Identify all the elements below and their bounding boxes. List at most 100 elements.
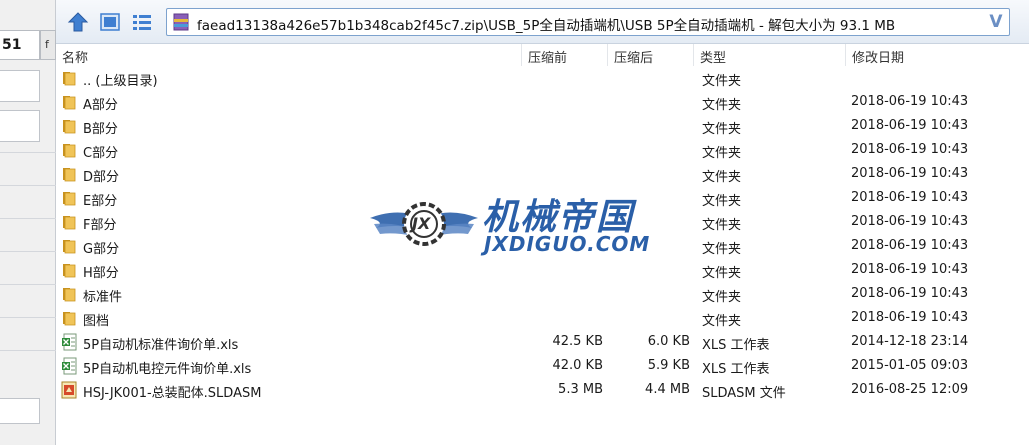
view-mode-button[interactable] xyxy=(98,10,122,34)
file-name: H部分 xyxy=(83,266,119,281)
excel-file-icon xyxy=(62,333,77,351)
column-modified[interactable]: 修改日期 xyxy=(846,44,1029,66)
file-row[interactable]: 5P自动机电控元件询价单.xls 42.0 KB 5.9 KB XLS 工作表 2015… xyxy=(56,354,1029,378)
file-modified: 2014-12-18 23:14 xyxy=(851,334,969,349)
file-modified: 2018-06-19 10:43 xyxy=(851,142,969,157)
file-row[interactable]: 标准件 文件夹 2018-06-19 10:43 xyxy=(56,282,1029,306)
left-divider xyxy=(0,152,56,153)
watermark: JX 机械帝国 JXDIGUO.COM xyxy=(366,188,666,264)
file-name: 标准件 xyxy=(83,290,123,305)
list-view-button[interactable] xyxy=(130,10,154,34)
address-dropdown-button[interactable]: V xyxy=(985,11,1007,33)
file-modified: 2015-01-05 09:03 xyxy=(851,358,969,373)
file-type: XLS 工作表 xyxy=(702,362,770,377)
file-name: 5P自动机标准件询价单.xls xyxy=(83,338,239,353)
file-row[interactable]: A部分 文件夹 2018-06-19 10:43 xyxy=(56,90,1029,114)
file-modified: 2018-06-19 10:43 xyxy=(851,214,969,229)
file-modified: 2018-06-19 10:43 xyxy=(851,262,969,277)
folder-icon xyxy=(63,288,76,302)
file-row[interactable]: B部分 文件夹 2018-06-19 10:43 xyxy=(56,114,1029,138)
file-size: 5.3 MB xyxy=(558,382,603,397)
zip-archive-icon xyxy=(173,13,189,31)
file-name: B部分 xyxy=(83,122,118,137)
window-view-icon xyxy=(100,13,120,31)
file-name: D部分 xyxy=(83,170,120,185)
file-type: 文件夹 xyxy=(702,98,742,113)
file-row[interactable]: 图档 文件夹 2018-06-19 10:43 xyxy=(56,306,1029,330)
watermark-emblem: JX xyxy=(412,214,431,233)
file-modified: 2018-06-19 10:43 xyxy=(851,166,969,181)
file-type: 文件夹 xyxy=(702,170,742,185)
folder-icon xyxy=(63,264,76,278)
folder-icon xyxy=(63,168,76,182)
file-row[interactable]: D部分 文件夹 2018-06-19 10:43 xyxy=(56,162,1029,186)
address-path: faead13138a426e57b1b348cab2f45c7.zip\USB… xyxy=(197,18,896,34)
left-divider xyxy=(0,317,56,318)
file-type: 文件夹 xyxy=(702,242,742,257)
left-cell-suffix[interactable]: f xyxy=(40,30,56,60)
folder-icon xyxy=(63,72,76,86)
left-field-2[interactable] xyxy=(0,110,40,142)
column-packed-size[interactable]: 压缩后 xyxy=(608,44,694,66)
file-name: G部分 xyxy=(83,242,120,257)
file-modified: 2018-06-19 10:43 xyxy=(851,94,969,109)
folder-icon xyxy=(63,96,76,110)
left-divider xyxy=(0,350,56,351)
left-divider xyxy=(0,251,56,252)
column-size[interactable]: 压缩前 xyxy=(522,44,608,66)
file-name: .. (上级目录) xyxy=(83,74,158,89)
list-view-icon xyxy=(133,15,151,30)
file-type: XLS 工作表 xyxy=(702,338,770,353)
folder-icon xyxy=(63,120,76,134)
address-bar[interactable]: faead13138a426e57b1b348cab2f45c7.zip\USB… xyxy=(166,8,1010,36)
left-cell-value[interactable]: 51 xyxy=(0,30,40,60)
column-header: 名称 压缩前 压缩后 类型 修改日期 xyxy=(56,44,1029,66)
left-divider xyxy=(0,185,56,186)
file-name: 图档 xyxy=(83,314,110,329)
file-type: SLDASM 文件 xyxy=(702,386,786,401)
up-arrow-icon xyxy=(67,12,89,32)
file-type: 文件夹 xyxy=(702,146,742,161)
folder-icon xyxy=(63,216,76,230)
file-row[interactable]: 5P自动机标准件询价单.xls 42.5 KB 6.0 KB XLS 工作表 2014-… xyxy=(56,330,1029,354)
left-divider xyxy=(0,218,56,219)
column-type[interactable]: 类型 xyxy=(694,44,846,66)
solidworks-file-icon xyxy=(61,381,77,399)
file-type: 文件夹 xyxy=(702,122,742,137)
chevron-down-icon: V xyxy=(989,12,1003,32)
file-row[interactable]: .. (上级目录) 文件夹 xyxy=(56,66,1029,90)
folder-icon xyxy=(63,240,76,254)
file-modified: 2016-08-25 12:09 xyxy=(851,382,969,397)
folder-icon xyxy=(63,144,76,158)
file-modified: 2018-06-19 10:43 xyxy=(851,286,969,301)
file-name: A部分 xyxy=(83,98,118,113)
file-row[interactable]: C部分 文件夹 2018-06-19 10:43 xyxy=(56,138,1029,162)
file-name: E部分 xyxy=(83,194,118,209)
excel-file-icon xyxy=(62,357,77,375)
file-name: HSJ-JK001-总装配体.SLDASM xyxy=(83,386,262,401)
file-packed-size: 6.0 KB xyxy=(647,334,690,349)
file-name: C部分 xyxy=(83,146,119,161)
left-field-3[interactable] xyxy=(0,398,40,424)
file-modified: 2018-06-19 10:43 xyxy=(851,310,969,325)
file-modified: 2018-06-19 10:43 xyxy=(851,118,969,133)
column-name[interactable]: 名称 xyxy=(56,44,522,66)
folder-icon xyxy=(63,192,76,206)
up-folder-button[interactable] xyxy=(66,10,90,34)
file-type: 文件夹 xyxy=(702,290,742,305)
left-side-panel: 51 f xyxy=(0,0,56,445)
file-packed-size: 4.4 MB xyxy=(645,382,690,397)
file-type: 文件夹 xyxy=(702,266,742,281)
watermark-english: JXDIGUO.COM xyxy=(484,232,651,256)
file-row[interactable]: HSJ-JK001-总装配体.SLDASM 5.3 MB 4.4 MB SLDASM … xyxy=(56,378,1029,402)
file-modified: 2018-06-19 10:43 xyxy=(851,190,969,205)
file-size: 42.5 KB xyxy=(552,334,603,349)
left-field-1[interactable] xyxy=(0,70,40,102)
file-size: 42.0 KB xyxy=(552,358,603,373)
file-type: 文件夹 xyxy=(702,194,742,209)
file-name: 5P自动机电控元件询价单.xls xyxy=(83,362,252,377)
file-modified: 2018-06-19 10:43 xyxy=(851,238,969,253)
folder-icon xyxy=(63,312,76,326)
file-name: F部分 xyxy=(83,218,117,233)
file-type: 文件夹 xyxy=(702,74,742,89)
